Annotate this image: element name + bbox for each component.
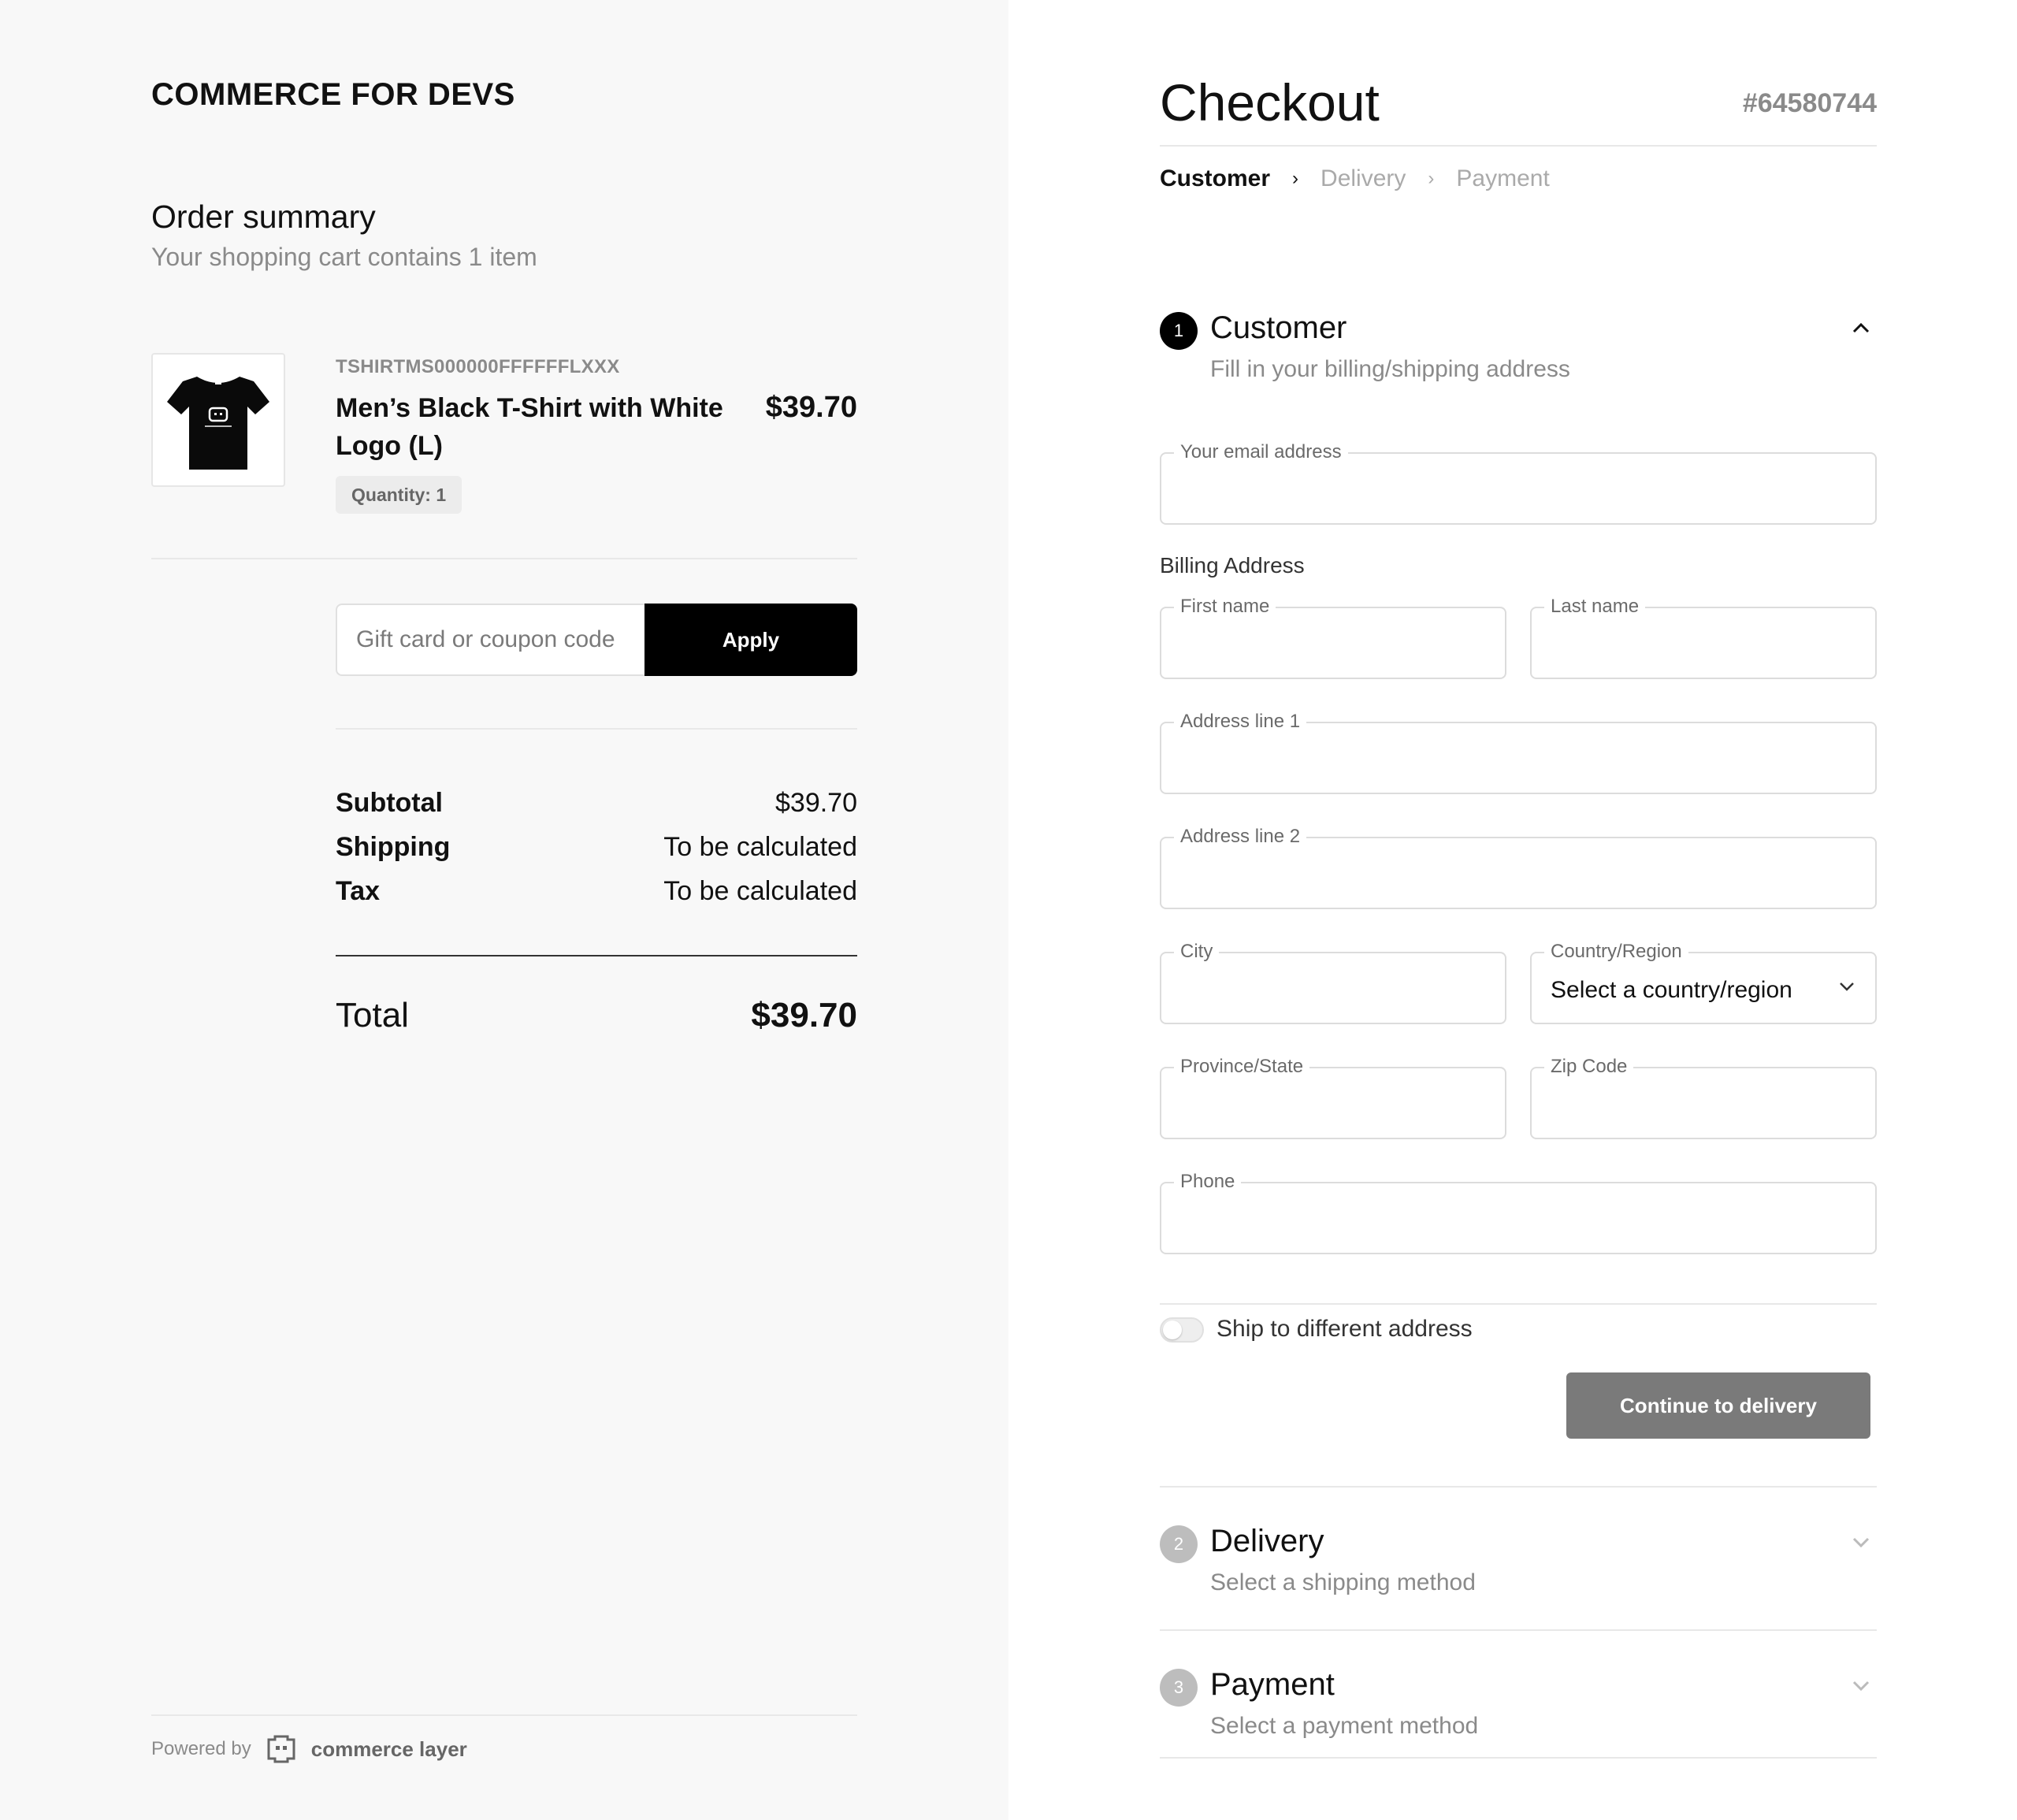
provider-name[interactable]: commerce layer bbox=[311, 1737, 467, 1762]
country-label: Country/Region bbox=[1544, 941, 1688, 963]
checkout-title: Checkout bbox=[1160, 73, 1380, 132]
country-selected-value: Select a country/region bbox=[1551, 977, 1792, 1003]
step-payment-subtitle: Select a payment method bbox=[1210, 1713, 1479, 1739]
total-divider bbox=[336, 955, 857, 956]
tax-row: Tax To be calculated bbox=[336, 876, 857, 907]
subtotal-value: $39.70 bbox=[775, 788, 857, 818]
total-value: $39.70 bbox=[751, 996, 857, 1034]
product-name: Men’s Black T-Shirt with White Logo (L) bbox=[336, 393, 723, 461]
shipping-value: To be calculated bbox=[663, 832, 857, 862]
product-price: $39.70 bbox=[765, 391, 857, 424]
continue-to-delivery-button[interactable]: Continue to delivery bbox=[1566, 1372, 1870, 1439]
footer-divider bbox=[151, 1714, 857, 1716]
step-customer-title[interactable]: Customer bbox=[1210, 310, 1347, 346]
email-input[interactable] bbox=[1161, 454, 1875, 523]
city-input[interactable] bbox=[1161, 953, 1505, 1023]
quantity-badge: Quantity: 1 bbox=[336, 476, 462, 514]
step-delivery-title[interactable]: Delivery bbox=[1210, 1524, 1324, 1559]
order-number: #64580744 bbox=[1742, 88, 1877, 118]
email-field[interactable]: Your email address bbox=[1160, 441, 1877, 525]
breadcrumb-delivery[interactable]: Delivery bbox=[1321, 165, 1406, 192]
chevron-right-icon: › bbox=[1428, 168, 1435, 189]
coupon-input[interactable] bbox=[336, 604, 644, 676]
order-summary-panel: COMMERCE FOR DEVS Order summary Your sho… bbox=[0, 0, 1008, 1820]
zip-code-input[interactable] bbox=[1532, 1068, 1875, 1138]
tshirt-icon bbox=[167, 377, 269, 470]
divider bbox=[336, 728, 857, 730]
powered-by-label: Powered by bbox=[151, 1738, 251, 1759]
step-customer-subtitle: Fill in your billing/shipping address bbox=[1210, 356, 1570, 382]
product-sku: TSHIRTMS000000FFFFFFLXXX bbox=[336, 356, 620, 377]
divider bbox=[1160, 1757, 1877, 1759]
tax-value: To be calculated bbox=[663, 876, 857, 906]
step-1-badge: 1 bbox=[1160, 312, 1198, 350]
total-row: Total $39.70 bbox=[336, 996, 857, 1035]
breadcrumb-payment[interactable]: Payment bbox=[1456, 165, 1549, 192]
first-name-field[interactable]: First name bbox=[1160, 596, 1506, 679]
commerce-layer-logo-icon bbox=[267, 1735, 295, 1763]
breadcrumb: Customer › Delivery › Payment bbox=[1160, 165, 1550, 192]
zip-code-field[interactable]: Zip Code bbox=[1530, 1056, 1877, 1139]
divider bbox=[151, 558, 857, 559]
address-line-2-input[interactable] bbox=[1161, 838, 1875, 908]
toggle-knob bbox=[1163, 1320, 1182, 1339]
last-name-input[interactable] bbox=[1532, 608, 1875, 678]
product-image bbox=[151, 353, 285, 487]
shipping-row: Shipping To be calculated bbox=[336, 832, 857, 863]
apply-coupon-button[interactable]: Apply bbox=[644, 604, 857, 676]
order-summary-title: Order summary bbox=[151, 199, 376, 235]
chevron-down-icon bbox=[1837, 977, 1856, 1000]
checkout-panel: Checkout #64580744 Customer › Delivery ›… bbox=[1008, 0, 2017, 1820]
step-payment-title[interactable]: Payment bbox=[1210, 1667, 1335, 1703]
address-line-1-input[interactable] bbox=[1161, 723, 1875, 793]
province-state-input[interactable] bbox=[1161, 1068, 1505, 1138]
last-name-field[interactable]: Last name bbox=[1530, 596, 1877, 679]
order-summary-subtitle: Your shopping cart contains 1 item bbox=[151, 243, 537, 271]
billing-address-label: Billing Address bbox=[1160, 553, 1305, 578]
divider bbox=[1160, 1629, 1877, 1631]
tax-label: Tax bbox=[336, 876, 381, 906]
country-select[interactable]: Country/Region Select a country/region bbox=[1530, 941, 1877, 1024]
first-name-input[interactable] bbox=[1161, 608, 1505, 678]
divider bbox=[1160, 1486, 1877, 1488]
province-state-field[interactable]: Province/State bbox=[1160, 1056, 1506, 1139]
step-2-badge: 2 bbox=[1160, 1525, 1198, 1563]
phone-field[interactable]: Phone bbox=[1160, 1171, 1877, 1254]
chevron-up-icon[interactable] bbox=[1845, 312, 1877, 344]
subtotal-label: Subtotal bbox=[336, 788, 443, 818]
step-delivery-subtitle: Select a shipping method bbox=[1210, 1569, 1476, 1595]
chevron-down-icon[interactable] bbox=[1845, 1670, 1877, 1702]
breadcrumb-customer[interactable]: Customer bbox=[1160, 165, 1270, 192]
city-field[interactable]: City bbox=[1160, 941, 1506, 1024]
total-label: Total bbox=[336, 996, 409, 1034]
address-line-2-field[interactable]: Address line 2 bbox=[1160, 826, 1877, 909]
chevron-right-icon: › bbox=[1292, 168, 1299, 189]
shipping-label: Shipping bbox=[336, 832, 451, 862]
header-divider bbox=[1160, 145, 1877, 147]
phone-input[interactable] bbox=[1161, 1183, 1875, 1253]
subtotal-row: Subtotal $39.70 bbox=[336, 788, 857, 819]
powered-by: Powered by commerce layer bbox=[151, 1733, 467, 1765]
step-3-badge: 3 bbox=[1160, 1669, 1198, 1707]
ship-to-different-toggle[interactable] bbox=[1160, 1317, 1204, 1343]
chevron-down-icon[interactable] bbox=[1845, 1527, 1877, 1558]
brand-name: COMMERCE FOR DEVS bbox=[151, 77, 515, 112]
divider bbox=[1160, 1303, 1877, 1305]
ship-to-different-label[interactable]: Ship to different address bbox=[1217, 1316, 1473, 1343]
address-line-1-field[interactable]: Address line 1 bbox=[1160, 711, 1877, 794]
